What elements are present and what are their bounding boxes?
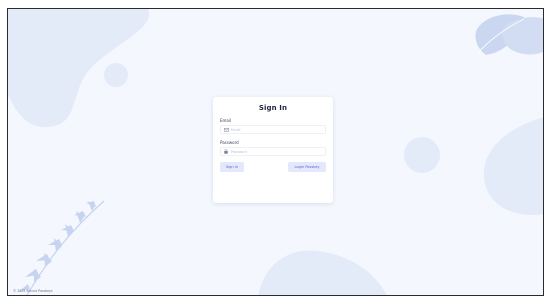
sign-in-title: Sign In xyxy=(258,104,288,112)
email-label: Email xyxy=(220,118,232,123)
password-field[interactable] xyxy=(220,147,326,156)
leaf-icon xyxy=(475,14,543,55)
fern-icon xyxy=(18,200,105,295)
card-actions: Sign In Login Passkey xyxy=(220,162,326,172)
background-circle-small xyxy=(104,63,128,87)
password-input[interactable] xyxy=(230,148,316,155)
background-circle-right xyxy=(404,137,440,173)
sign-in-button[interactable]: Sign In xyxy=(220,162,244,172)
email-field[interactable] xyxy=(220,125,326,134)
window-frame: Sign In Email Password xyxy=(0,0,545,297)
background-blob-top-left xyxy=(8,9,150,128)
email-input[interactable] xyxy=(230,126,316,133)
background-blob-bottom xyxy=(258,250,387,295)
lock-icon xyxy=(222,148,230,155)
login-page: Sign In Email Password xyxy=(7,8,544,296)
sign-in-card: Sign In Email Password xyxy=(213,97,333,203)
background-blob-right xyxy=(483,117,543,215)
login-passkey-button[interactable]: Login Passkey xyxy=(288,162,326,172)
password-label: Password xyxy=(220,140,239,145)
envelope-icon xyxy=(222,126,230,133)
footer-copyright: © 2025 Secure Passkeys xyxy=(13,289,53,293)
